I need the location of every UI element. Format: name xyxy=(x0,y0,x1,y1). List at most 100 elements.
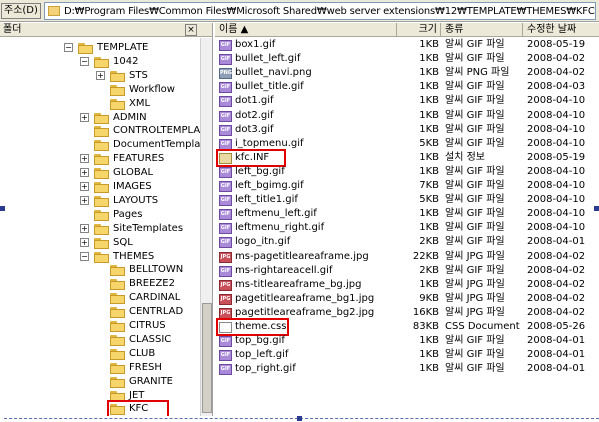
file-row[interactable]: GIF left_bgimg.gif 7KB 알씨 GIF 파일 2008-04-10 xyxy=(215,179,599,193)
tree-item[interactable]: GRANITE xyxy=(0,375,200,389)
tree-item[interactable]: − TEMPLATE xyxy=(0,41,200,55)
tree-item[interactable]: + LAYOUTS xyxy=(0,194,200,208)
gif-file-icon: GIF xyxy=(219,336,232,348)
tree-item[interactable]: BREEZE2 xyxy=(0,277,200,291)
tree-item[interactable]: + GLOBAL xyxy=(0,166,200,180)
tree-item[interactable]: + IMAGES xyxy=(0,180,200,194)
expand-icon[interactable]: + xyxy=(96,70,105,80)
tree-item[interactable]: Pages xyxy=(0,208,200,222)
folder-icon xyxy=(94,209,110,221)
address-label[interactable]: 주소(D) xyxy=(1,3,41,19)
file-row[interactable]: GIF leftmenu_left.gif 1KB 알씨 GIF 파일 2008-04-… xyxy=(215,207,599,221)
folder-icon xyxy=(78,43,94,54)
tree-item[interactable]: XML xyxy=(0,97,200,111)
file-name: ms-rightareacell.gif xyxy=(235,264,333,276)
file-row[interactable]: GIF bullet_title.gif 1KB 알씨 GIF 파일 2008-04-0… xyxy=(215,80,599,94)
file-row[interactable]: GIF leftmenu_right.gif 1KB 알씨 GIF 파일 2008-04… xyxy=(215,221,599,235)
expand-icon[interactable]: + xyxy=(80,223,89,233)
file-row[interactable]: JPG pagetitleareaframe_bg1.jpg 9KB 알씨 JPG 파… xyxy=(215,292,599,306)
tree-item[interactable]: CLASSIC xyxy=(0,333,200,347)
folder-icon xyxy=(110,265,126,277)
resize-handle[interactable] xyxy=(297,416,302,421)
tree-item[interactable]: CITRUS xyxy=(0,319,200,333)
folder-icon xyxy=(110,348,126,360)
expand-icon[interactable]: + xyxy=(80,154,89,164)
tree-item[interactable]: + FEATURES xyxy=(0,152,200,166)
tree-item[interactable]: DocumentTemplate xyxy=(0,138,210,152)
gif-file-icon: GIF xyxy=(219,237,232,249)
gif-file-icon: GIF xyxy=(219,166,232,178)
file-name: bullet_navi.png xyxy=(235,67,312,79)
file-date: 2008-04-10 xyxy=(527,95,586,107)
file-row[interactable]: JPG ms-pagetitleareaframe.jpg 22KB 알씨 JPG 파… xyxy=(215,250,599,264)
tree-item[interactable]: + SiteTemplates xyxy=(0,222,200,236)
file-row[interactable]: GIF bullet_left.gif 1KB 알씨 GIF 파일 2008-04-02 xyxy=(215,52,599,66)
file-row[interactable]: GIF left_bg.gif 1KB 알씨 GIF 파일 2008-04-10 xyxy=(215,165,599,179)
gif-file-icon: GIF xyxy=(219,195,232,207)
address-input[interactable]: D:₩Program Files₩Common Files₩Microsoft … xyxy=(44,2,596,20)
expand-icon[interactable]: + xyxy=(80,195,89,205)
file-row[interactable]: GIF dot1.gif 1KB 알씨 GIF 파일 2008-04-10 xyxy=(215,94,599,108)
tree-item[interactable]: CLUB xyxy=(0,347,200,361)
file-row[interactable]: GIF logo_itn.gif 2KB 알씨 GIF 파일 2008-04-01 xyxy=(215,235,599,249)
file-row[interactable]: GIF box1.gif 1KB 알씨 GIF 파일 2008-05-19 xyxy=(215,38,599,52)
tree-item[interactable]: CONTROLTEMPLA xyxy=(0,124,200,138)
file-row[interactable]: PNG bullet_navi.png 1KB 알씨 PNG 파일 2008-04-02 xyxy=(215,66,599,80)
file-row[interactable]: GIF top_right.gif 1KB 알씨 GIF 파일 2008-04-01 xyxy=(215,362,599,376)
file-name: top_bg.gif xyxy=(235,335,285,347)
file-row[interactable]: GIF dot3.gif 1KB 알씨 GIF 파일 2008-04-10 xyxy=(215,123,599,137)
column-header-size[interactable]: 크기 xyxy=(397,23,441,37)
file-name: dot2.gif xyxy=(235,109,274,121)
column-header-type[interactable]: 종류 xyxy=(441,23,523,37)
tree-item-label: DocumentTemplate xyxy=(113,139,211,151)
folder-icon xyxy=(94,223,110,235)
file-size: 1KB xyxy=(419,67,439,79)
file-date: 2008-04-02 xyxy=(527,292,586,304)
scrollbar-thumb[interactable] xyxy=(202,303,212,413)
file-row[interactable]: GIF top_left.gif 1KB 알씨 GIF 파일 2008-04-01 xyxy=(215,348,599,362)
close-icon[interactable]: × xyxy=(185,24,197,36)
file-type: 알씨 GIF 파일 xyxy=(445,363,505,375)
tree-item[interactable]: CARDINAL xyxy=(0,291,200,305)
tree-item[interactable]: CENTRLAD xyxy=(0,305,200,319)
collapse-icon[interactable]: − xyxy=(80,251,89,261)
file-row[interactable]: GIF top_bg.gif 1KB 알씨 GIF 파일 2008-04-01 xyxy=(215,334,599,348)
tree-item[interactable]: + STS xyxy=(0,69,200,83)
file-name: top_left.gif xyxy=(235,349,289,361)
file-row[interactable]: GIF dot2.gif 1KB 알씨 GIF 파일 2008-04-10 xyxy=(215,109,599,123)
file-date: 2008-04-10 xyxy=(527,137,586,149)
column-header-date[interactable]: 수정한 날짜 xyxy=(523,23,599,37)
tree-item[interactable]: + SQL xyxy=(0,236,200,250)
folder-pane-scrollbar[interactable] xyxy=(200,38,212,416)
folder-icon xyxy=(110,98,126,110)
expand-icon[interactable]: + xyxy=(80,182,89,191)
tree-item[interactable]: KFC xyxy=(0,402,200,416)
tree-item[interactable]: − THEMES xyxy=(0,250,200,264)
tree-item[interactable]: Workflow xyxy=(0,83,200,97)
tree-item[interactable]: BELLTOWN xyxy=(0,263,200,277)
expand-icon[interactable]: + xyxy=(80,168,89,178)
address-bar: 주소(D) D:₩Program Files₩Common Files₩Micr… xyxy=(0,0,599,22)
file-name: leftmenu_left.gif xyxy=(235,208,317,220)
column-header-name[interactable]: 이름 ▲ xyxy=(215,23,397,37)
file-row[interactable]: JPG ms-titleareaframe_bg.jpg 1KB 알씨 JPG 파일 2… xyxy=(215,278,599,292)
file-size: 22KB xyxy=(412,250,439,262)
tree-item[interactable]: JET xyxy=(0,389,200,403)
expand-icon[interactable]: + xyxy=(80,237,89,247)
tree-item[interactable]: + ADMIN xyxy=(0,111,200,125)
file-row[interactable]: GIF ms-rightareacell.gif 2KB 알씨 GIF 파일 2008-… xyxy=(215,264,599,278)
jpg-file-icon: JPG xyxy=(219,251,232,263)
resize-handle[interactable] xyxy=(0,206,5,211)
resize-handle[interactable] xyxy=(594,206,599,211)
tree-item[interactable]: − 1042 xyxy=(0,55,200,69)
file-date: 2008-04-10 xyxy=(527,123,586,135)
folder-icon xyxy=(94,140,110,152)
folder-icon xyxy=(110,321,126,332)
collapse-icon[interactable]: − xyxy=(80,56,89,66)
tree-item[interactable]: FRESH xyxy=(0,361,200,375)
collapse-icon[interactable]: − xyxy=(64,43,73,52)
file-row[interactable]: GIF left_title1.gif 5KB 알씨 GIF 파일 2008-04-10 xyxy=(215,193,599,207)
file-date: 2008-04-10 xyxy=(527,109,586,121)
file-type: 알씨 GIF 파일 xyxy=(445,165,505,177)
expand-icon[interactable]: + xyxy=(80,112,89,122)
